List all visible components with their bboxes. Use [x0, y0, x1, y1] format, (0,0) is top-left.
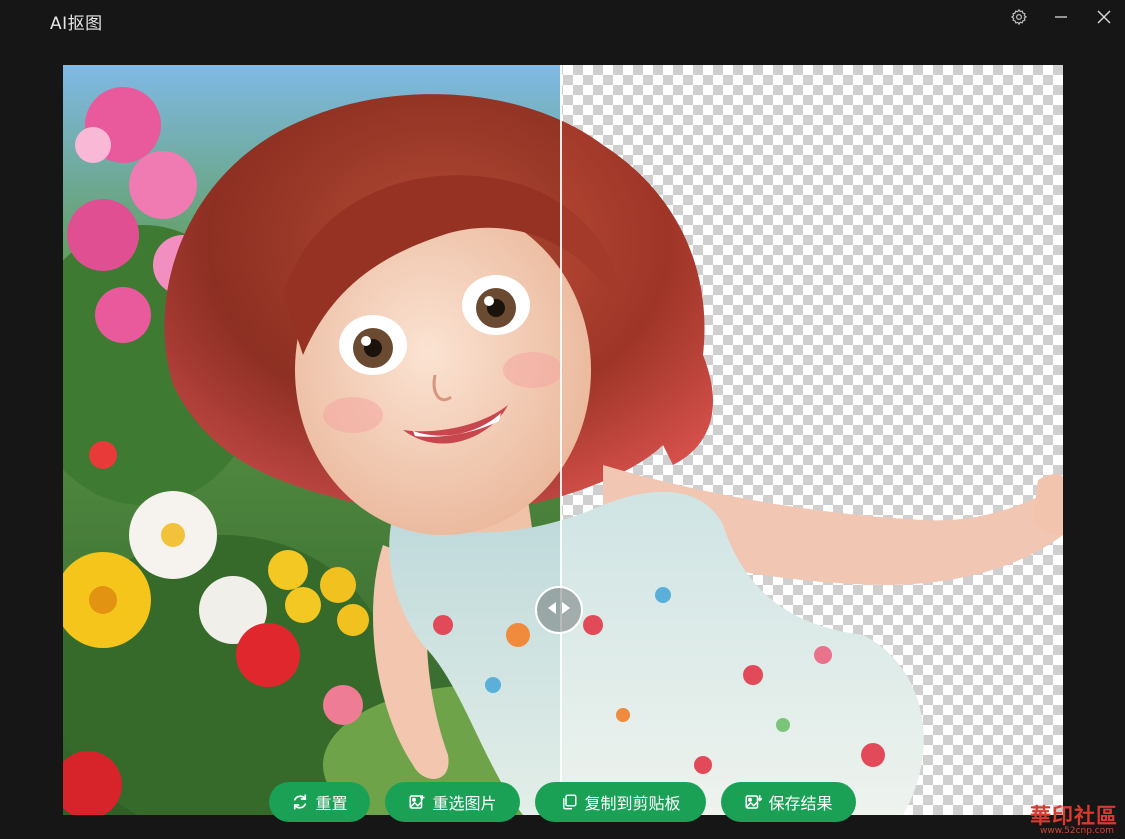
reset-label: 重置 [315, 794, 348, 813]
compare-slider-handle[interactable] [535, 586, 583, 634]
compare-arrows-icon [546, 600, 572, 620]
app-window: AI抠图 重置 重选图片 复制到剪贴板 保存结果 華印社區 www.52cnp.… [0, 0, 1125, 839]
reselect-image-button[interactable]: 重选图片 [385, 782, 520, 822]
close-icon [1097, 10, 1111, 24]
minimize-icon [1054, 10, 1068, 24]
copy-label: 复制到剪贴板 [584, 794, 681, 813]
original-image [63, 65, 561, 815]
minimize-button[interactable] [1046, 4, 1076, 30]
gear-icon [1010, 8, 1028, 26]
copy-to-clipboard-button[interactable]: 复制到剪贴板 [535, 782, 706, 822]
reselect-label: 重选图片 [432, 794, 497, 813]
comparison-preview[interactable] [63, 65, 1063, 815]
reset-button[interactable]: 重置 [269, 782, 370, 822]
watermark-url: www.52cnp.com [1040, 826, 1115, 836]
save-label: 保存结果 [768, 794, 833, 813]
close-button[interactable] [1089, 4, 1119, 30]
title-bar[interactable]: AI抠图 [0, 0, 1125, 42]
window-title: AI抠图 [50, 14, 103, 34]
watermark: 華印社區 www.52cnp.com [1000, 800, 1125, 839]
image-save-icon [744, 793, 763, 811]
refresh-icon [291, 793, 309, 811]
settings-button[interactable] [1004, 4, 1034, 30]
save-result-button[interactable]: 保存结果 [721, 782, 856, 822]
copy-icon [560, 793, 578, 811]
image-icon [408, 793, 426, 811]
compare-divider[interactable] [560, 65, 562, 815]
